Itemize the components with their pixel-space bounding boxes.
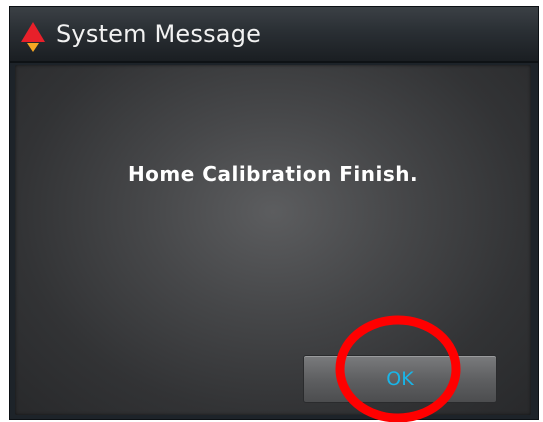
dialog-body: Home Calibration Finish. OK [15, 65, 531, 415]
dialog-message: Home Calibration Finish. [127, 162, 419, 186]
ok-button-label: OK [386, 368, 414, 390]
dialog-title-bar: System Message [10, 7, 538, 63]
system-message-dialog: System Message Home Calibration Finish. … [9, 6, 539, 420]
dialog-title: System Message [56, 20, 262, 48]
warning-triangle-icon [21, 22, 45, 52]
screenshot-frame: System Message Home Calibration Finish. … [0, 0, 543, 422]
ok-button[interactable]: OK [303, 355, 497, 403]
